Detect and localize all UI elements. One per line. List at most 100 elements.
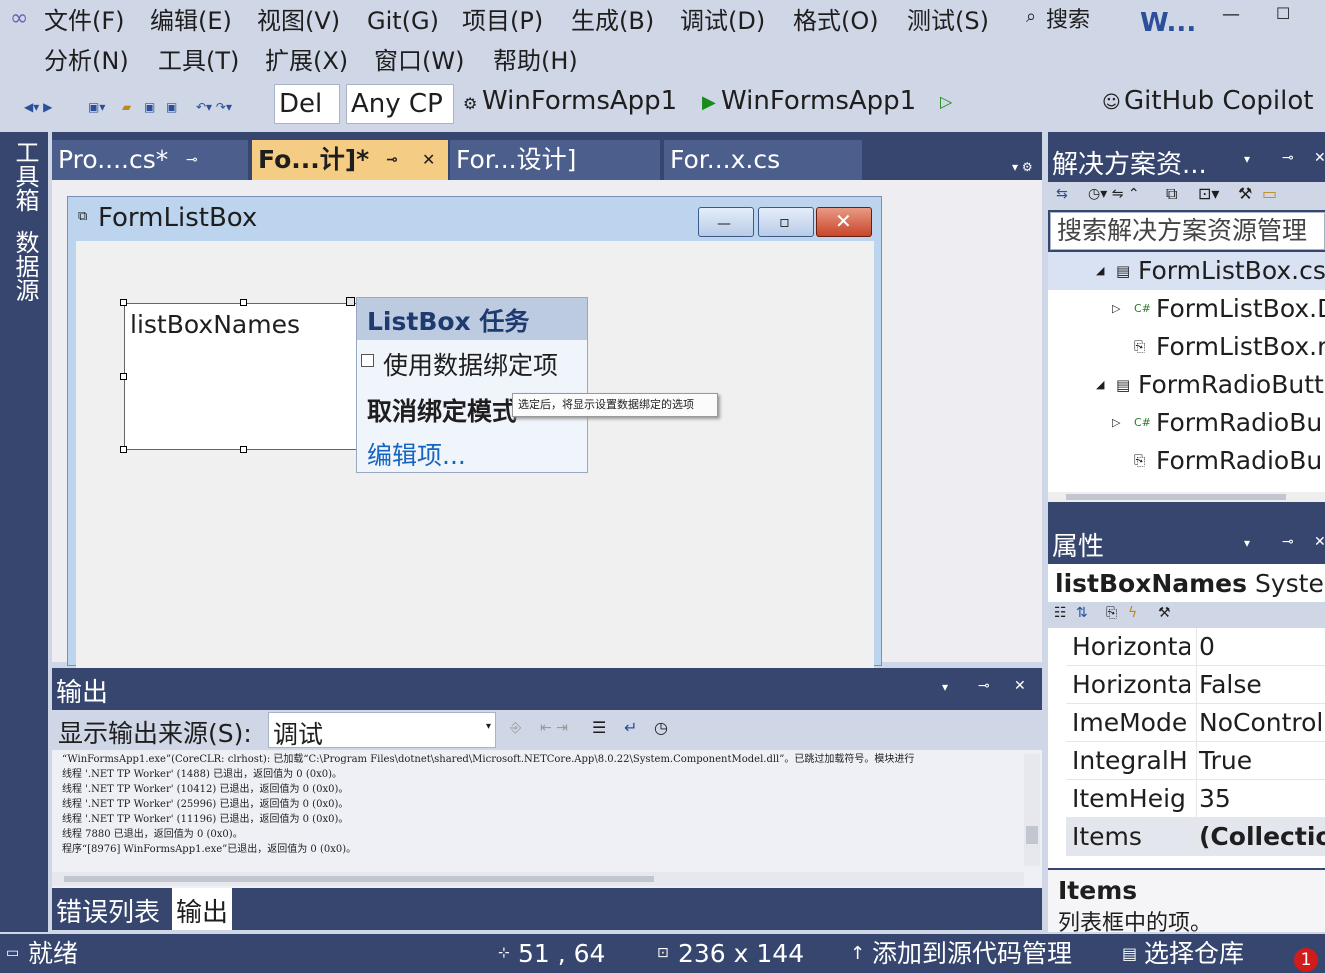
output-source-select[interactable]: 调试 ▾: [268, 712, 496, 749]
find-icon[interactable]: ⎆: [510, 720, 521, 736]
tab-form-cs[interactable]: For...x.cs: [664, 140, 862, 180]
tree-item[interactable]: ⎘ FormListBox.r: [1048, 328, 1325, 366]
solution-tree[interactable]: ◢ ▤ FormListBox.cs ▷ C# FormListBox.D ⎘ FormL…: [1048, 252, 1325, 502]
categorized-icon[interactable]: ☷: [1054, 605, 1067, 621]
datasources-tab[interactable]: 数据源: [8, 230, 43, 302]
tab-overflow-icon[interactable]: ▾ ⚙: [1012, 160, 1033, 174]
toolbox-tab[interactable]: 工具箱: [8, 140, 43, 212]
menu-git[interactable]: Git(G): [367, 6, 439, 36]
save-all-icon[interactable]: ▣: [166, 92, 177, 122]
horizontal-scrollbar[interactable]: [1048, 492, 1325, 502]
scrollbar-thumb[interactable]: [64, 876, 654, 882]
platform-combo[interactable]: Any CP: [346, 84, 454, 124]
maximize-icon[interactable]: ☐: [1276, 4, 1290, 23]
horizontal-scrollbar[interactable]: [52, 872, 1024, 886]
property-row[interactable]: IntegralH True: [1066, 742, 1325, 780]
show-all-icon[interactable]: ⊡▾: [1198, 184, 1219, 203]
menu-file[interactable]: 文件(F): [44, 6, 125, 36]
menu-tools[interactable]: 工具(T): [158, 46, 239, 76]
open-icon[interactable]: ▰: [122, 92, 131, 122]
property-object-selector[interactable]: listBoxNames Systen: [1048, 564, 1325, 604]
select-repo[interactable]: 选择仓库: [1144, 934, 1244, 973]
edit-items-link[interactable]: 编辑项...: [367, 436, 466, 472]
expand-icon[interactable]: ▷: [1112, 290, 1120, 328]
pin-icon[interactable]: ⊸: [1282, 534, 1294, 550]
tab-error-list[interactable]: 错误列表: [56, 892, 160, 929]
close-icon[interactable]: ✕: [1314, 534, 1325, 550]
pin-icon[interactable]: ⊸: [186, 140, 198, 180]
menu-analyze[interactable]: 分析(N): [44, 46, 129, 76]
prev-message-icon[interactable]: ⇤ ⇥: [540, 720, 568, 736]
events-icon[interactable]: ϟ: [1128, 605, 1137, 621]
new-project-icon[interactable]: ▣▾: [88, 92, 105, 122]
menu-test[interactable]: 测试(S): [907, 6, 989, 36]
notifications-badge[interactable]: 1: [1294, 948, 1318, 972]
property-row[interactable]: Horizontal 0: [1066, 628, 1325, 666]
resize-handle[interactable]: [240, 299, 247, 306]
resize-handle[interactable]: [240, 446, 247, 453]
menu-edit[interactable]: 编辑(E): [150, 6, 232, 36]
resize-handle[interactable]: [120, 373, 127, 380]
add-source-control[interactable]: 添加到源代码管理: [872, 934, 1072, 973]
search-icon[interactable]: ⌕: [1026, 6, 1036, 27]
solution-search-input[interactable]: 搜索解决方案资源管理: [1050, 212, 1325, 250]
resize-handle[interactable]: [120, 446, 127, 453]
output-menu-icon[interactable]: ▾: [942, 680, 948, 694]
properties-icon[interactable]: ⎘: [1106, 605, 1117, 621]
run-icon[interactable]: ▶: [702, 92, 716, 113]
expand-icon[interactable]: ◢: [1096, 366, 1104, 404]
tab-output[interactable]: 输出: [172, 888, 233, 930]
menu-project[interactable]: 项目(P): [462, 6, 543, 36]
panel-menu-icon[interactable]: ▾: [1244, 536, 1250, 550]
tree-item[interactable]: ◢ ▤ FormListBox.cs: [1048, 252, 1325, 290]
alphabetical-icon[interactable]: ⇅: [1076, 605, 1088, 621]
menu-format[interactable]: 格式(O): [793, 6, 879, 36]
scrollbar-thumb[interactable]: [1026, 826, 1038, 844]
tab-form-designer[interactable]: For...设计]: [450, 140, 660, 180]
pin-icon[interactable]: ⊸: [978, 678, 990, 694]
property-grid[interactable]: Horizontal 0 Horizontal False ImeMode NoCon…: [1048, 628, 1325, 868]
vertical-scrollbar[interactable]: [1024, 754, 1040, 866]
sync-icon[interactable]: ⇆: [1056, 186, 1068, 202]
undo-icon[interactable]: ↶▾ ↷▾: [196, 92, 232, 122]
tab-formlistbox-designer[interactable]: Fo...计]* ⊸ ✕: [252, 140, 448, 180]
wrench-icon[interactable]: ⚒: [1238, 184, 1252, 203]
clock-icon[interactable]: ◷: [654, 718, 668, 737]
expand-icon[interactable]: ◢: [1096, 252, 1104, 290]
menu-help[interactable]: 帮助(H): [493, 46, 578, 76]
back-icon[interactable]: ◀▾ ▶: [24, 92, 52, 122]
menu-window[interactable]: 窗口(W): [374, 46, 464, 76]
pin-icon[interactable]: ⊸: [386, 140, 398, 180]
scrollbar-thumb[interactable]: [1066, 494, 1286, 500]
search-label[interactable]: 搜索: [1046, 2, 1090, 34]
run-target[interactable]: WinFormsApp1: [721, 86, 916, 116]
menu-build[interactable]: 生成(B): [571, 6, 654, 36]
property-row-selected[interactable]: Items(Collection): [1066, 818, 1325, 856]
wrench-icon[interactable]: ⚒: [1158, 605, 1171, 621]
resize-handle[interactable]: [120, 299, 127, 306]
history-icon[interactable]: ◷▾ ⇋ ⌃: [1088, 186, 1140, 202]
output-text[interactable]: “WinFormsApp1.exe”(CoreCLR: clrhost): 已加…: [62, 752, 1027, 862]
listbox-control[interactable]: listBoxNames: [124, 303, 364, 450]
close-icon[interactable]: ✕: [1314, 150, 1325, 166]
menu-view[interactable]: 视图(V): [257, 6, 340, 36]
panel-menu-icon[interactable]: ▾: [1244, 152, 1250, 166]
menu-debug[interactable]: 调试(D): [680, 6, 765, 36]
tree-item[interactable]: ⎘ FormRadioBu: [1048, 442, 1325, 480]
databind-checkbox[interactable]: [361, 354, 374, 367]
smart-tag-icon[interactable]: [346, 297, 355, 306]
tree-item[interactable]: ▷ C# FormListBox.D: [1048, 290, 1325, 328]
tab-program[interactable]: Pro....cs* ⊸: [52, 140, 248, 180]
run-without-debug-icon[interactable]: ▷: [940, 92, 952, 111]
expand-icon[interactable]: ▷: [1112, 404, 1120, 442]
copilot-button[interactable]: GitHub Copilot: [1124, 86, 1313, 116]
property-row[interactable]: ItemHeig 35: [1066, 780, 1325, 818]
config-combo[interactable]: Del: [274, 84, 340, 124]
save-icon[interactable]: ▣: [144, 92, 155, 122]
pin-icon[interactable]: ⊸: [1282, 150, 1294, 166]
close-icon[interactable]: ✕: [422, 140, 435, 180]
property-row[interactable]: ImeMode NoControl: [1066, 704, 1325, 742]
minimize-icon[interactable]: —: [1222, 4, 1240, 25]
menu-extensions[interactable]: 扩展(X): [265, 46, 348, 76]
word-wrap-icon[interactable]: ↵: [624, 718, 637, 737]
